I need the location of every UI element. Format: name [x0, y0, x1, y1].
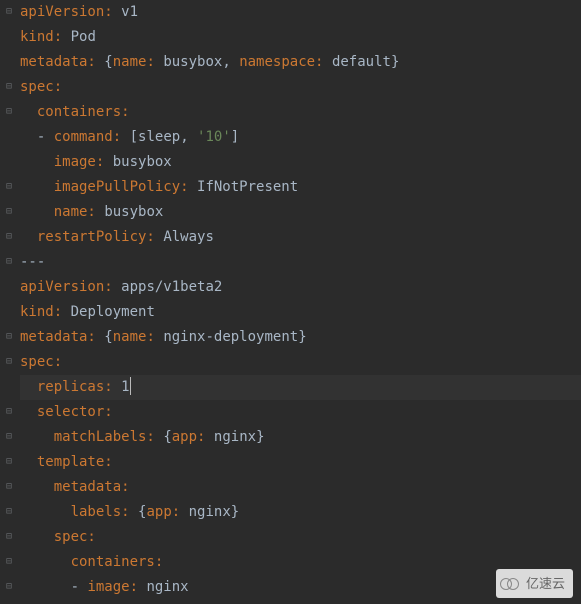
code-line[interactable]: matchLabels: {app: nginx}: [20, 425, 581, 450]
code-line[interactable]: labels: {app: nginx}: [20, 500, 581, 525]
fold-toggle-icon[interactable]: ⊟: [4, 457, 14, 467]
fold-toggle-icon[interactable]: ⊟: [4, 7, 14, 17]
code-line[interactable]: spec:: [20, 525, 581, 550]
code-line[interactable]: ---: [20, 250, 581, 275]
code-line[interactable]: apiVersion: apps/v1beta2: [20, 275, 581, 300]
code-line[interactable]: metadata:: [20, 475, 581, 500]
code-area[interactable]: apiVersion: v1kind: Podmetadata: {name: …: [18, 0, 581, 604]
fold-toggle-icon[interactable]: ⊟: [4, 557, 14, 567]
fold-toggle-icon[interactable]: ⊟: [4, 432, 14, 442]
fold-toggle-icon[interactable]: ⊟: [4, 82, 14, 92]
code-line[interactable]: restartPolicy: Always: [20, 225, 581, 250]
code-line[interactable]: - command: [sleep, '10']: [20, 125, 581, 150]
code-line[interactable]: spec:: [20, 75, 581, 100]
code-line[interactable]: kind: Deployment: [20, 300, 581, 325]
fold-toggle-icon[interactable]: ⊟: [4, 207, 14, 217]
fold-toggle-icon[interactable]: ⊟: [4, 107, 14, 117]
code-line[interactable]: apiVersion: v1: [20, 0, 581, 25]
fold-toggle-icon[interactable]: ⊟: [4, 407, 14, 417]
code-line[interactable]: metadata: {name: busybox, namespace: def…: [20, 50, 581, 75]
fold-toggle-icon[interactable]: ⊟: [4, 332, 14, 342]
code-line[interactable]: metadata: {name: nginx-deployment}: [20, 325, 581, 350]
fold-toggle-icon[interactable]: ⊟: [4, 582, 14, 592]
code-line[interactable]: kind: Pod: [20, 25, 581, 50]
fold-toggle-icon[interactable]: ⊟: [4, 532, 14, 542]
code-line[interactable]: containers:: [20, 100, 581, 125]
code-line[interactable]: image: busybox: [20, 150, 581, 175]
cloud-icon: [500, 577, 520, 591]
text-cursor: [130, 377, 131, 395]
watermark-badge: 亿速云: [496, 569, 573, 598]
fold-toggle-icon[interactable]: ⊟: [4, 232, 14, 242]
fold-toggle-icon[interactable]: ⊟: [4, 357, 14, 367]
code-line[interactable]: replicas: 1: [20, 375, 581, 400]
watermark-text: 亿速云: [526, 571, 565, 596]
fold-gutter[interactable]: ⊟ ⊟ ⊟ ⊟ ⊟ ⊟ ⊟ ⊟ ⊟ ⊟ ⊟ ⊟ ⊟ ⊟ ⊟ ⊟ ⊟: [0, 0, 18, 604]
code-line[interactable]: spec:: [20, 350, 581, 375]
code-line[interactable]: imagePullPolicy: IfNotPresent: [20, 175, 581, 200]
code-line[interactable]: name: busybox: [20, 200, 581, 225]
fold-toggle-icon[interactable]: ⊟: [4, 257, 14, 267]
fold-toggle-icon[interactable]: ⊟: [4, 507, 14, 517]
fold-toggle-icon[interactable]: ⊟: [4, 182, 14, 192]
fold-toggle-icon[interactable]: ⊟: [4, 482, 14, 492]
code-line[interactable]: template:: [20, 450, 581, 475]
code-editor[interactable]: ⊟ ⊟ ⊟ ⊟ ⊟ ⊟ ⊟ ⊟ ⊟ ⊟ ⊟ ⊟ ⊟ ⊟ ⊟ ⊟ ⊟ apiVersion: v1kind: Po…: [0, 0, 581, 604]
code-line[interactable]: selector:: [20, 400, 581, 425]
